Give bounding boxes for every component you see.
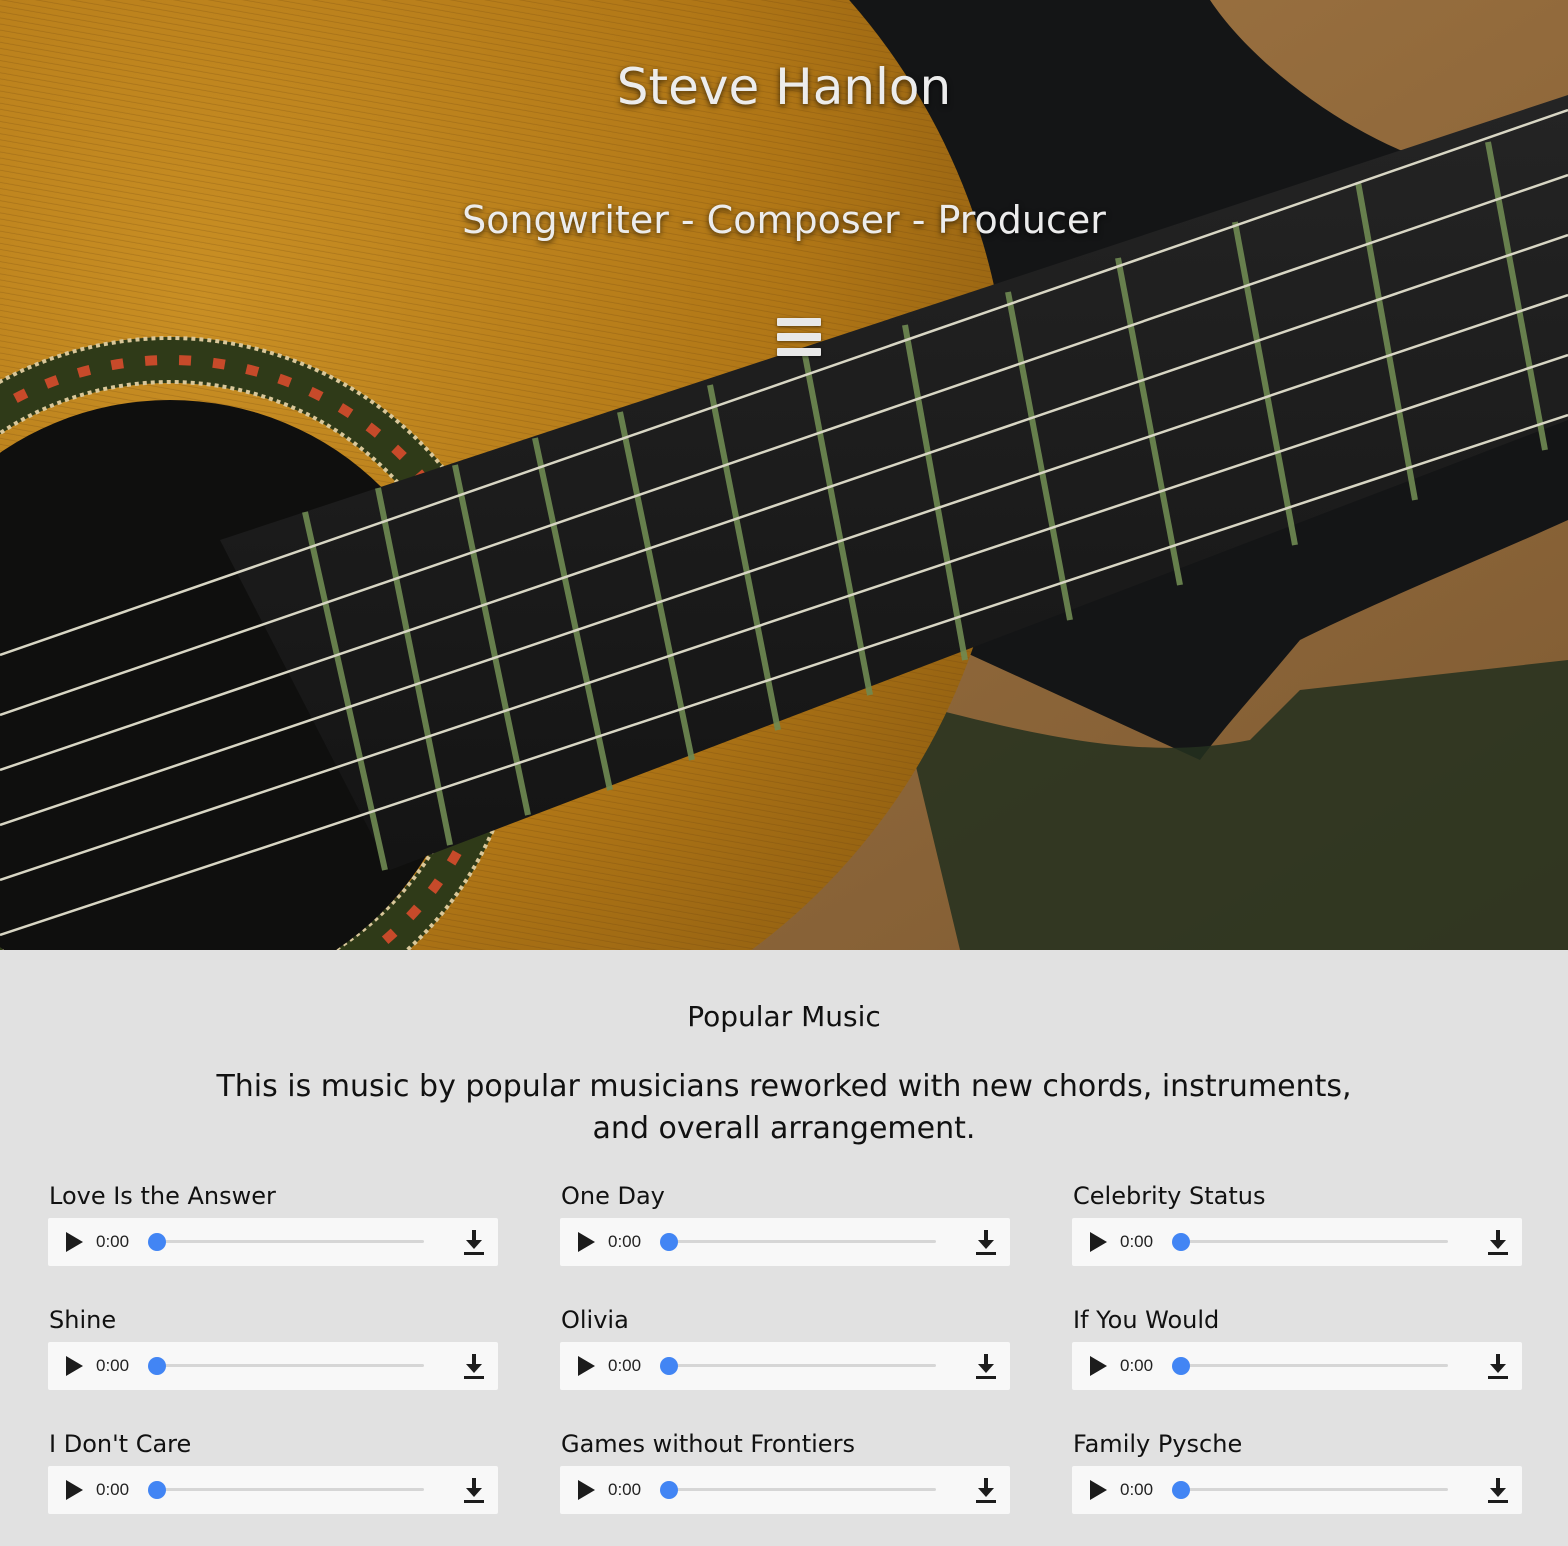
track-item: Olivia 0:00: [560, 1306, 1010, 1402]
track-item: If You Would 0:00: [1072, 1306, 1522, 1402]
seek-bar[interactable]: [668, 1240, 936, 1243]
site-title: Steve Hanlon: [616, 58, 952, 116]
track-item: One Day 0:00: [560, 1182, 1010, 1278]
download-icon[interactable]: [462, 1228, 486, 1256]
track-title: Love Is the Answer: [49, 1182, 276, 1210]
track-title: Games without Frontiers: [561, 1430, 855, 1458]
track-title: Family Pysche: [1073, 1430, 1243, 1458]
seek-thumb[interactable]: [1172, 1233, 1190, 1251]
section-title: Popular Music: [687, 1000, 881, 1033]
track-item: Family Pysche 0:00: [1072, 1430, 1522, 1526]
current-time: 0:00: [608, 1232, 642, 1251]
track-item: I Don't Care 0:00: [48, 1430, 498, 1526]
audio-player[interactable]: 0:00: [48, 1342, 498, 1390]
audio-player[interactable]: 0:00: [1072, 1466, 1522, 1514]
play-icon[interactable]: [1090, 1356, 1107, 1376]
seek-thumb[interactable]: [1172, 1357, 1190, 1375]
download-icon[interactable]: [974, 1228, 998, 1256]
seek-thumb[interactable]: [148, 1357, 166, 1375]
play-icon[interactable]: [1090, 1480, 1107, 1500]
audio-player[interactable]: 0:00: [560, 1466, 1010, 1514]
download-icon[interactable]: [1486, 1352, 1510, 1380]
download-icon[interactable]: [462, 1352, 486, 1380]
hero-banner: Steve Hanlon Songwriter - Composer - Pro…: [0, 0, 1568, 950]
current-time: 0:00: [608, 1356, 642, 1375]
current-time: 0:00: [96, 1232, 130, 1251]
seek-thumb[interactable]: [1172, 1481, 1190, 1499]
download-icon[interactable]: [462, 1476, 486, 1504]
track-item: Shine 0:00: [48, 1306, 498, 1402]
audio-player[interactable]: 0:00: [560, 1218, 1010, 1266]
audio-player[interactable]: 0:00: [48, 1218, 498, 1266]
download-icon[interactable]: [1486, 1228, 1510, 1256]
audio-player[interactable]: 0:00: [1072, 1342, 1522, 1390]
hamburger-menu-icon[interactable]: [776, 318, 822, 358]
current-time: 0:00: [608, 1480, 642, 1499]
download-icon[interactable]: [974, 1352, 998, 1380]
play-icon[interactable]: [1090, 1232, 1107, 1252]
seek-thumb[interactable]: [660, 1357, 678, 1375]
download-icon[interactable]: [974, 1476, 998, 1504]
play-icon[interactable]: [578, 1232, 595, 1252]
section-description: This is music by popular musicians rewor…: [216, 1069, 1352, 1146]
current-time: 0:00: [1120, 1480, 1154, 1499]
seek-bar[interactable]: [156, 1364, 424, 1367]
track-item: Love Is the Answer 0:00: [48, 1182, 498, 1278]
play-icon[interactable]: [578, 1480, 595, 1500]
play-icon[interactable]: [578, 1356, 595, 1376]
seek-thumb[interactable]: [148, 1481, 166, 1499]
track-item: Games without Frontiers 0:00: [560, 1430, 1010, 1526]
guitar-background-image: [0, 0, 1568, 950]
track-title: Olivia: [561, 1306, 629, 1334]
seek-thumb[interactable]: [660, 1481, 678, 1499]
audio-player[interactable]: 0:00: [48, 1466, 498, 1514]
seek-bar[interactable]: [668, 1364, 936, 1367]
seek-thumb[interactable]: [660, 1233, 678, 1251]
current-time: 0:00: [96, 1356, 130, 1375]
current-time: 0:00: [96, 1480, 130, 1499]
seek-bar[interactable]: [1180, 1364, 1448, 1367]
seek-bar[interactable]: [668, 1488, 936, 1491]
track-title: Celebrity Status: [1073, 1182, 1266, 1210]
seek-bar[interactable]: [156, 1240, 424, 1243]
audio-player[interactable]: 0:00: [560, 1342, 1010, 1390]
track-title: One Day: [561, 1182, 665, 1210]
track-item: Celebrity Status 0:00: [1072, 1182, 1522, 1278]
track-title: If You Would: [1073, 1306, 1220, 1334]
seek-thumb[interactable]: [148, 1233, 166, 1251]
play-icon[interactable]: [66, 1232, 83, 1252]
track-title: I Don't Care: [49, 1430, 192, 1458]
track-title: Shine: [49, 1306, 117, 1334]
current-time: 0:00: [1120, 1356, 1154, 1375]
play-icon[interactable]: [66, 1480, 83, 1500]
seek-bar[interactable]: [1180, 1488, 1448, 1491]
audio-player[interactable]: 0:00: [1072, 1218, 1522, 1266]
seek-bar[interactable]: [1180, 1240, 1448, 1243]
seek-bar[interactable]: [156, 1488, 424, 1491]
current-time: 0:00: [1120, 1232, 1154, 1251]
play-icon[interactable]: [66, 1356, 83, 1376]
site-subtitle: Songwriter - Composer - Producer: [462, 198, 1106, 242]
download-icon[interactable]: [1486, 1476, 1510, 1504]
